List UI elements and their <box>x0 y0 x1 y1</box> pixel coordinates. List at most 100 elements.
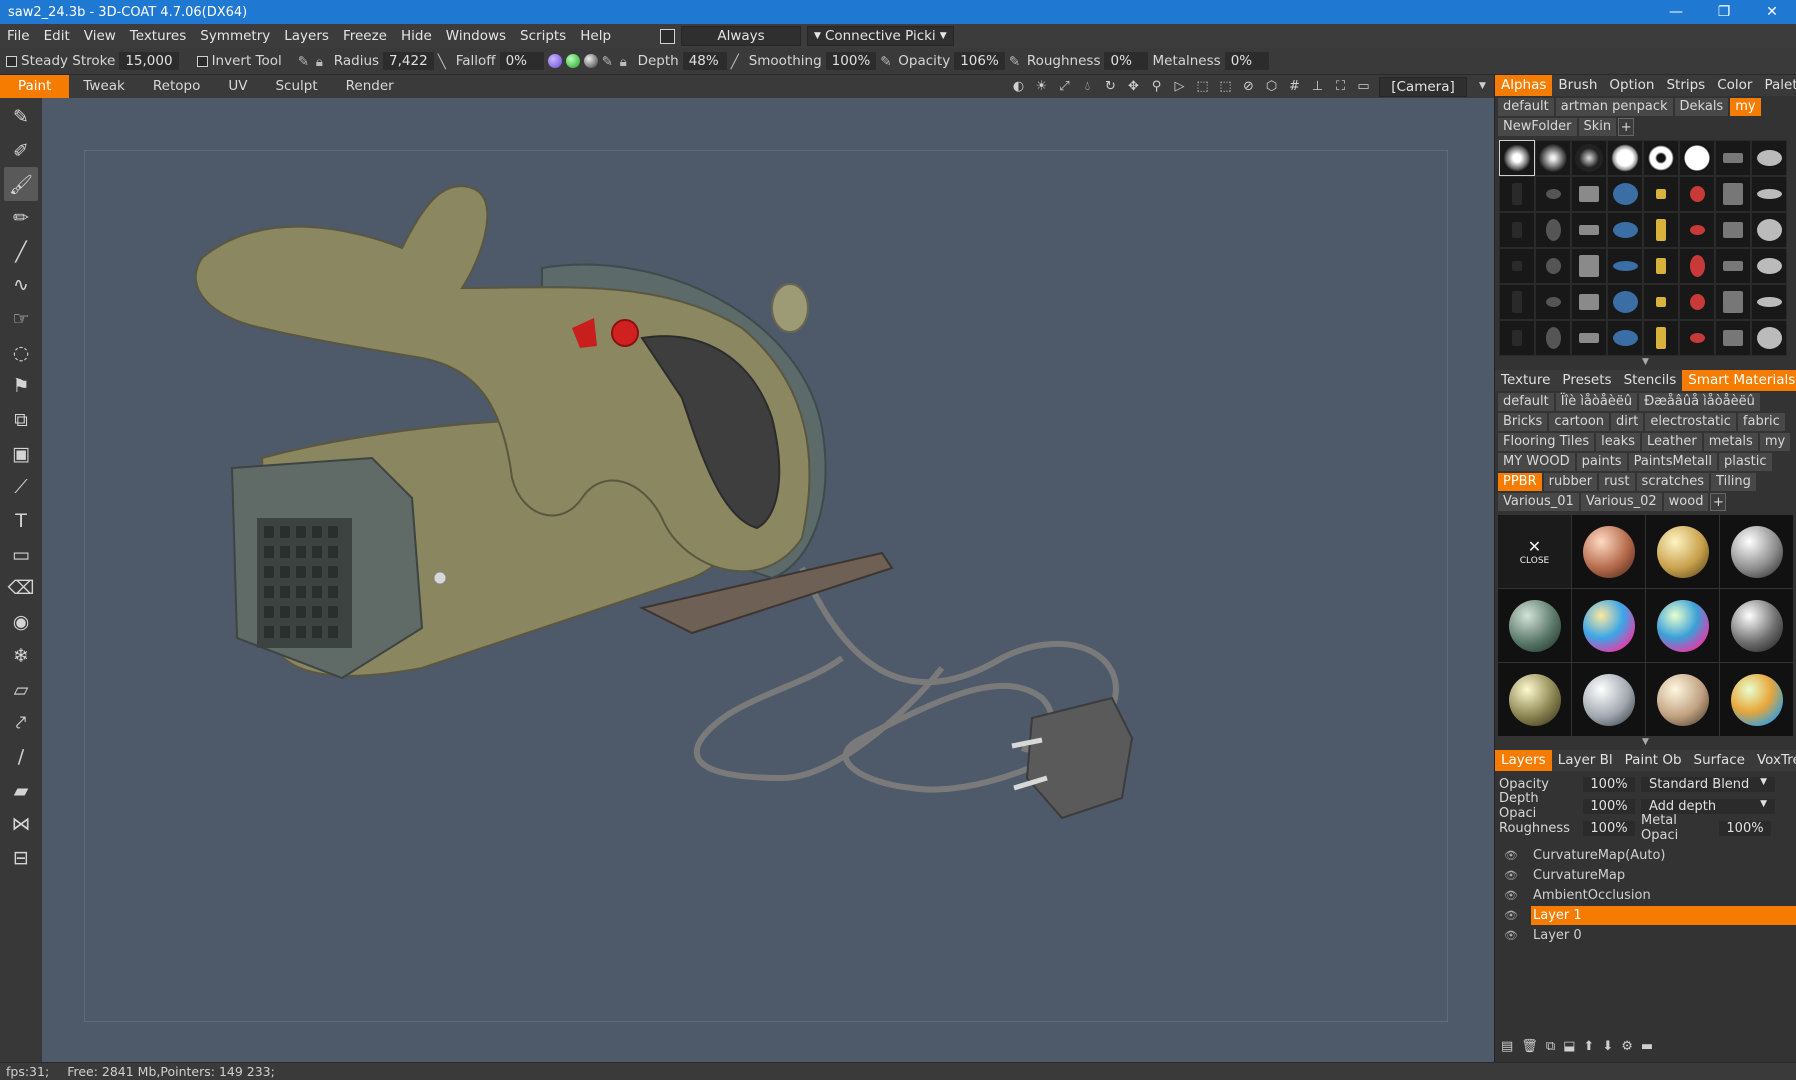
eye-icon[interactable]: ◉ <box>4 605 38 639</box>
room-tab-tweak[interactable]: Tweak <box>69 75 138 98</box>
layer-roughness-value[interactable]: 100% <box>1583 820 1635 836</box>
alpha-folder-artman[interactable]: artman penpack <box>1555 98 1673 116</box>
menu-edit[interactable]: Edit <box>37 28 77 44</box>
roughness-value[interactable]: 0% <box>1104 52 1149 70</box>
add-material-folder-icon[interactable]: + <box>1710 493 1727 511</box>
material-folder-chip[interactable]: Ðæåâûå ìåòåèëû <box>1639 393 1760 411</box>
alpha-thumbnail[interactable] <box>1571 140 1607 176</box>
alpha-thumbnail[interactable] <box>1499 176 1535 212</box>
smart-material-thumbnail[interactable] <box>1646 589 1719 662</box>
alpha-thumbnail[interactable] <box>1679 284 1715 320</box>
cube-icon[interactable]: ⬡ <box>1264 79 1279 94</box>
stamp-icon[interactable]: ⚑ <box>4 370 38 404</box>
spline-icon[interactable]: ∿ <box>4 268 38 302</box>
depth-value[interactable]: 48% <box>682 52 727 70</box>
tab-layers[interactable]: Layers <box>1495 750 1552 771</box>
alpha-thumbnail[interactable] <box>1715 140 1751 176</box>
visibility-eye-icon[interactable]: 👁︎ <box>1503 869 1519 882</box>
alpha-thumbnail[interactable] <box>1499 284 1535 320</box>
material-folder-chip[interactable]: Tiling <box>1711 473 1756 491</box>
add-folder-icon[interactable]: + <box>1618 118 1635 136</box>
blend-mode-dropdown[interactable]: Standard Blend ▼ <box>1641 776 1775 792</box>
tab-texture[interactable]: Texture <box>1495 370 1556 391</box>
smoothing-value[interactable]: 100% <box>825 52 877 70</box>
ruler-icon[interactable]: ▱ <box>4 673 38 707</box>
menu-textures[interactable]: Textures <box>123 28 193 44</box>
alpha-thumbnail[interactable] <box>1679 248 1715 284</box>
material-folder-chip[interactable]: metals <box>1703 433 1758 451</box>
tab-paint-objects[interactable]: Paint Ob <box>1619 750 1688 771</box>
connective-dropdown[interactable]: ▼ Connective Picki ▼ <box>807 26 954 46</box>
material-folder-chip[interactable]: dirt <box>1611 413 1644 431</box>
material-folder-chip[interactable]: wood <box>1663 493 1709 511</box>
alpha-thumbnail[interactable] <box>1643 176 1679 212</box>
alpha-folder-skin[interactable]: Skin <box>1578 118 1617 136</box>
alpha-thumbnail[interactable] <box>1607 176 1643 212</box>
smart-material-thumbnail[interactable] <box>1720 515 1793 588</box>
smart-material-thumbnail[interactable] <box>1646 515 1719 588</box>
room-tab-render[interactable]: Render <box>332 75 408 98</box>
material-folder-chip[interactable]: Ïîè ìåòåèëû <box>1555 393 1638 411</box>
alpha-thumbnail[interactable] <box>1751 284 1787 320</box>
alpha-thumbnail[interactable] <box>1607 284 1643 320</box>
material-folder-chip[interactable]: rubber <box>1543 473 1598 491</box>
tab-stencils[interactable]: Stencils <box>1618 370 1683 391</box>
move-up-icon[interactable]: ⬆ <box>1583 1039 1594 1054</box>
brush-icon[interactable]: ✎ <box>4 100 38 134</box>
material-folder-chip[interactable]: Leather <box>1642 433 1702 451</box>
lock-icon[interactable]: 🔒︎ <box>620 54 634 70</box>
tab-strips[interactable]: Strips <box>1660 75 1711 96</box>
image-icon[interactable]: ▭ <box>1356 79 1371 94</box>
minimize-button[interactable]: — <box>1652 0 1700 24</box>
eraser-icon[interactable]: ⌫ <box>4 572 38 606</box>
menu-freeze[interactable]: Freeze <box>336 28 394 44</box>
knife-icon[interactable]: ∕ <box>4 740 38 774</box>
menu-help[interactable]: Help <box>573 28 618 44</box>
layer-row[interactable]: 👁︎ CurvatureMap <box>1495 865 1796 885</box>
alpha-folder-my[interactable]: my <box>1730 98 1761 116</box>
fullscreen-icon[interactable]: ⛶ <box>1333 79 1348 94</box>
tab-smart-materials[interactable]: Smart Materials <box>1682 370 1796 391</box>
smart-material-thumbnail[interactable] <box>1498 589 1571 662</box>
visibility-eye-icon[interactable]: 👁︎ <box>1503 889 1519 902</box>
smudge-icon[interactable]: ☞ <box>4 302 38 336</box>
material-folder-chip[interactable]: default <box>1498 393 1554 411</box>
menu-file[interactable]: File <box>0 28 37 44</box>
material-folder-chip[interactable]: PaintsMetall <box>1628 453 1718 471</box>
line-icon[interactable]: ╱ <box>4 235 38 269</box>
paint-brush-icon[interactable]: 🖌︎ <box>4 167 38 202</box>
contrast-icon[interactable]: ◐ <box>1011 79 1026 94</box>
alpha-thumbnail[interactable] <box>1499 248 1535 284</box>
axis-icon[interactable]: ⊥ <box>1310 79 1325 94</box>
material-folder-chip[interactable]: rust <box>1599 473 1635 491</box>
metalness-value[interactable]: 0% <box>1224 52 1269 70</box>
pencil-icon[interactable]: ✏ <box>4 201 38 235</box>
alpha-folder-default[interactable]: default <box>1498 98 1554 116</box>
menu-symmetry[interactable]: Symmetry <box>193 28 277 44</box>
chevron-down-icon[interactable]: ▼ <box>1475 79 1490 94</box>
material-folder-chip[interactable]: my <box>1759 433 1791 451</box>
smart-material-thumbnail[interactable] <box>1572 589 1645 662</box>
alpha-thumbnail[interactable] <box>1607 212 1643 248</box>
camera-dropdown[interactable]: [Camera] <box>1379 76 1467 97</box>
3d-viewport[interactable] <box>42 98 1494 1062</box>
close-button[interactable]: ✕ <box>1748 0 1796 24</box>
alpha-thumbnail[interactable] <box>1751 140 1787 176</box>
alpha-thumbnail[interactable] <box>1715 248 1751 284</box>
alpha-thumbnail[interactable] <box>1751 176 1787 212</box>
menu-layers[interactable]: Layers <box>277 28 336 44</box>
close-material-button[interactable]: ✕ CLOSE <box>1498 515 1571 588</box>
alpha-thumbnail[interactable] <box>1535 176 1571 212</box>
grid-icon[interactable]: # <box>1287 79 1302 94</box>
smart-material-thumbnail[interactable] <box>1572 515 1645 588</box>
duplicate-layer-icon[interactable]: ⧉ <box>1546 1039 1555 1054</box>
alpha-thumbnail[interactable] <box>1499 140 1535 176</box>
falloff-curve-icon[interactable]: ╲ <box>438 54 452 70</box>
alpha-thumbnail[interactable] <box>1751 212 1787 248</box>
no-icon[interactable]: ⊘ <box>1241 79 1256 94</box>
merge-layer-icon[interactable]: ⬓ <box>1563 1039 1575 1054</box>
tab-brush[interactable]: Brush <box>1552 75 1603 96</box>
smart-material-thumbnail[interactable] <box>1720 663 1793 736</box>
alpha-thumbnail[interactable] <box>1643 284 1679 320</box>
alpha-thumbnail[interactable] <box>1679 140 1715 176</box>
